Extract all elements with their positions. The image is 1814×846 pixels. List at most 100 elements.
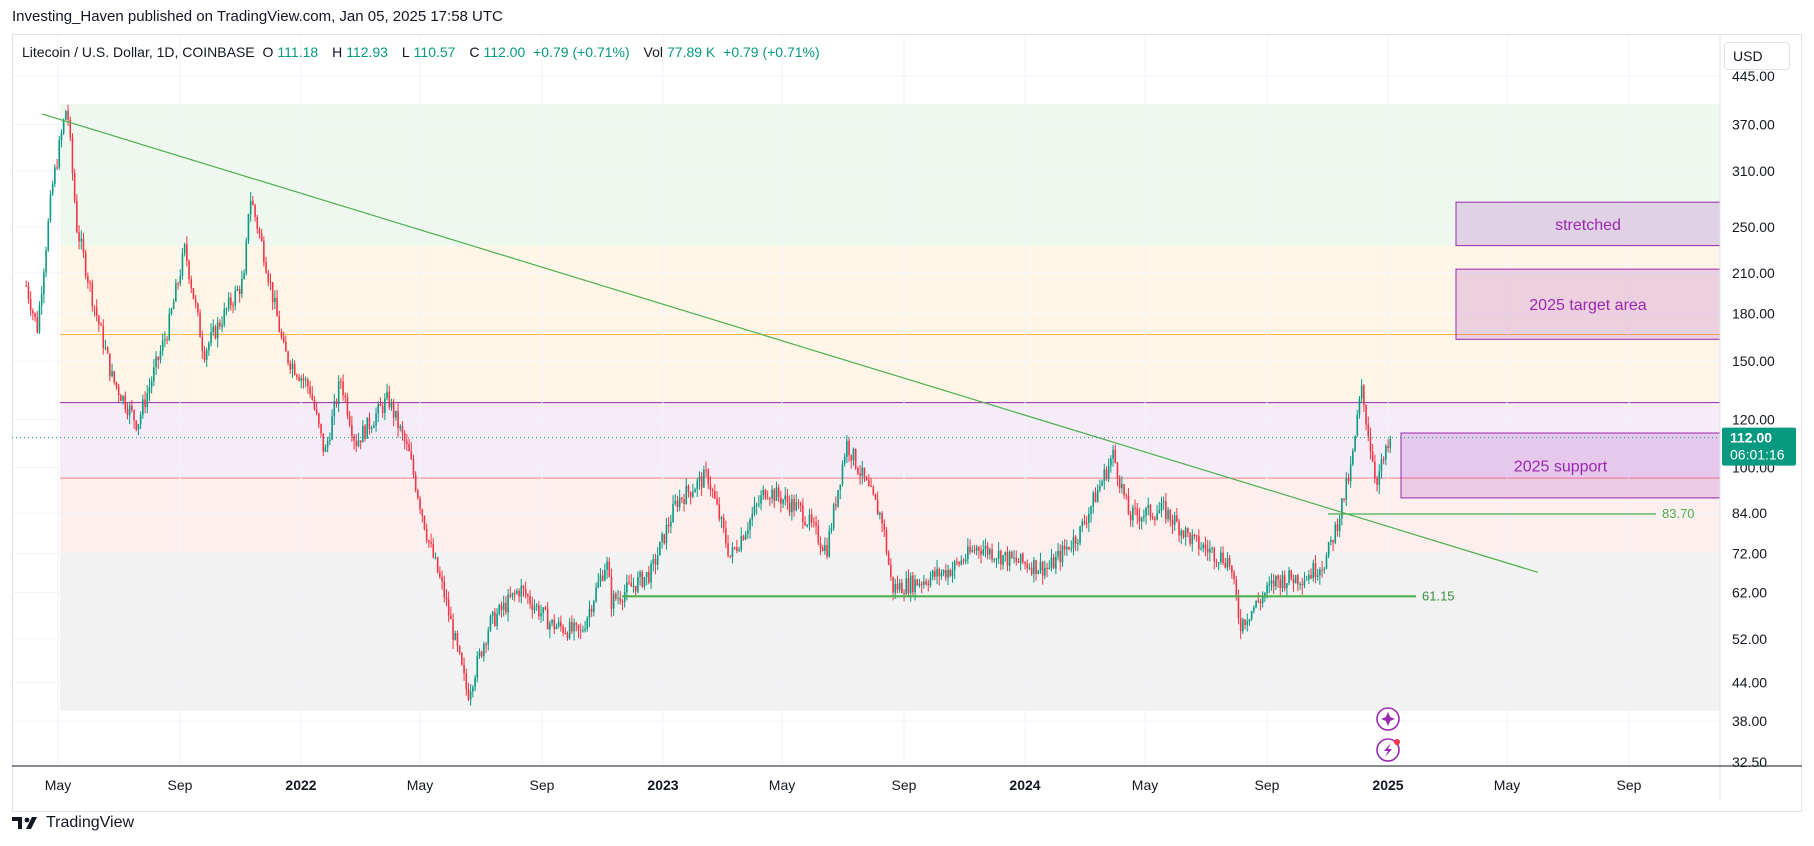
- candle-body: [1112, 449, 1114, 459]
- candle-body: [496, 613, 498, 626]
- candle-body: [1083, 521, 1086, 524]
- candle-body: [795, 502, 798, 511]
- candle-body: [441, 576, 443, 582]
- candle-body: [929, 577, 932, 586]
- candle-body: [1061, 545, 1064, 563]
- candle-body: [148, 387, 151, 394]
- candle-body: [1217, 562, 1220, 564]
- ohlc-legend: Litecoin / U.S. Dollar, 1D, COINBASE O 11…: [22, 44, 824, 60]
- candle-body: [265, 262, 267, 273]
- candle-body: [582, 630, 584, 632]
- candle-body: [733, 547, 736, 549]
- candle-body: [247, 214, 250, 241]
- currency-button[interactable]: USD: [1724, 42, 1790, 70]
- candle-body: [106, 347, 109, 354]
- candle-body: [469, 691, 472, 700]
- candle-body: [104, 347, 107, 349]
- candle-body: [1275, 575, 1277, 587]
- candle-body: [1044, 567, 1046, 576]
- legend-vol: 77.89 K: [667, 44, 716, 60]
- candle-body: [1244, 619, 1246, 626]
- candle-body: [480, 651, 483, 657]
- candle-body: [1235, 579, 1238, 598]
- candle-body: [197, 303, 199, 313]
- x-tick-label: 2025: [1372, 777, 1403, 793]
- candle-body: [879, 512, 881, 515]
- x-tick-label: Sep: [168, 777, 193, 793]
- candle-body: [210, 331, 212, 344]
- candle-body: [1209, 548, 1211, 553]
- candle-body: [670, 521, 672, 527]
- candle-body: [923, 581, 925, 585]
- candle-body: [1143, 515, 1145, 518]
- candle-body: [531, 603, 534, 610]
- candle-body: [214, 326, 217, 339]
- candle-body: [205, 349, 208, 361]
- candle-body: [678, 497, 681, 507]
- candle-body: [1330, 539, 1332, 542]
- candle-body: [918, 583, 921, 586]
- candle-body: [331, 416, 333, 440]
- tradingview-footer[interactable]: TradingView: [12, 814, 134, 832]
- candle-body: [38, 305, 41, 333]
- candle-body: [419, 498, 421, 510]
- candle-body: [1081, 521, 1084, 527]
- candle-body: [771, 489, 773, 499]
- candle-body: [597, 581, 600, 588]
- candle-body: [311, 393, 314, 400]
- candle-body: [32, 310, 34, 314]
- candle-body: [177, 283, 179, 285]
- candle-body: [243, 273, 245, 279]
- candle-body: [731, 547, 734, 557]
- candle-body: [714, 491, 716, 499]
- candle-body: [1140, 517, 1143, 522]
- candle-body: [256, 217, 259, 230]
- candle-body: [340, 381, 342, 383]
- candle-body: [1334, 524, 1337, 543]
- candle-body: [1312, 563, 1315, 579]
- candle-body: [87, 276, 89, 283]
- legend-symbol: Litecoin / U.S. Dollar, 1D, COINBASE: [22, 44, 255, 60]
- candle-body: [1360, 385, 1363, 399]
- candle-body: [780, 497, 782, 504]
- candle-body: [27, 285, 30, 299]
- price-chart[interactable]: 83.70 61.15 stretched 2025 target area 2025 …: [0, 0, 1814, 846]
- x-tick-label: Sep: [892, 777, 917, 793]
- candle-body: [1048, 567, 1051, 569]
- legend-open: 111.18: [277, 44, 319, 60]
- candle-body: [945, 569, 947, 578]
- candle-body: [509, 594, 512, 597]
- candle-body: [1057, 550, 1059, 557]
- candle-body: [832, 504, 835, 529]
- candle-body: [1030, 567, 1033, 575]
- candle-body: [436, 557, 439, 573]
- candle-body: [934, 570, 936, 577]
- candle-body: [518, 591, 520, 597]
- candle-body: [439, 572, 441, 577]
- candle-body: [681, 497, 683, 500]
- candle-body: [388, 391, 391, 408]
- candle-body: [89, 282, 91, 284]
- candle-body: [1323, 568, 1326, 570]
- candle-body: [458, 646, 461, 654]
- level-label-61: 61.15: [1422, 588, 1455, 603]
- x-tick-label: May: [1132, 777, 1158, 793]
- candle-body: [1088, 513, 1090, 524]
- candle-body: [632, 585, 635, 587]
- candle-body: [221, 324, 223, 327]
- legend-change: +0.79 (+0.71%): [533, 44, 630, 60]
- candle-body: [124, 395, 127, 410]
- candle-body: [348, 415, 351, 426]
- candle-body: [1162, 501, 1165, 503]
- candle-body: [1253, 607, 1255, 611]
- candle-body: [777, 487, 780, 498]
- candle-body: [694, 489, 696, 493]
- candle-body: [76, 200, 78, 233]
- candle-body: [467, 689, 470, 700]
- candle-body: [698, 476, 701, 481]
- candle-body: [978, 547, 980, 551]
- candle-body: [313, 399, 316, 409]
- candle-body: [747, 529, 749, 534]
- candle-body: [1279, 579, 1282, 588]
- candle-body: [533, 606, 536, 610]
